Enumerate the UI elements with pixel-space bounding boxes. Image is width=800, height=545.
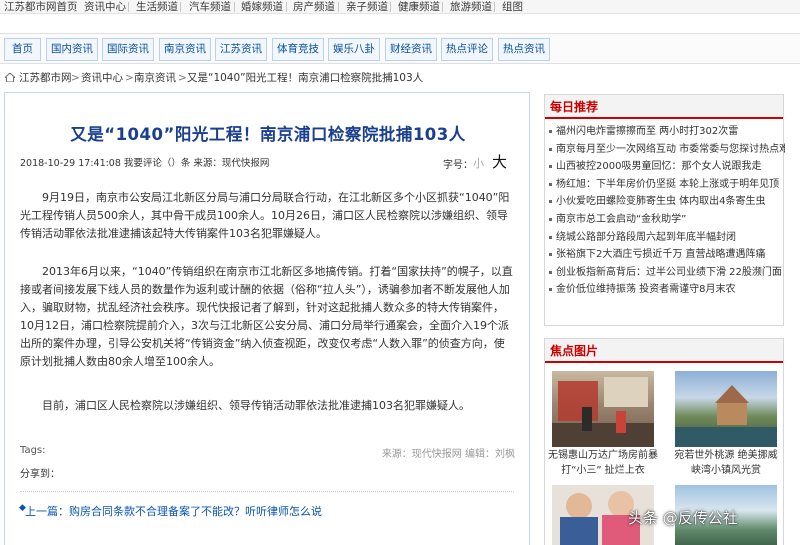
top-nav-link-news[interactable]: 资讯中心 [84, 0, 126, 14]
bullet-icon [549, 147, 552, 151]
top-nav-link-life[interactable]: 生活频道 [136, 0, 178, 14]
breadcrumb-separator: > [125, 72, 134, 84]
tab-domestic[interactable]: 国内资讯 [46, 38, 98, 61]
previous-article-link[interactable]: 上一篇：购房合同条款不合理备案了不能改？听听律师怎么说 [25, 503, 322, 519]
font-size-large-button[interactable]: 大 [492, 151, 507, 172]
list-item[interactable]: 南京市总工会启动“金秋助学” [545, 211, 785, 229]
top-nav-divider [74, 2, 75, 12]
top-nav-divider [286, 2, 287, 12]
article-paragraph: 2013年6月以来，“1040”传销组织在南京市江北新区多地搞传销。打着“国家扶… [20, 265, 513, 368]
list-item[interactable]: 福州闪电炸雷擦擦而至 两小时打302次雷 [545, 123, 785, 141]
top-nav-link-parenting[interactable]: 亲子频道 [346, 0, 388, 14]
divider [20, 491, 514, 492]
bullet-icon [549, 182, 552, 186]
top-nav-divider [128, 2, 129, 12]
list-item[interactable]: 绕城公路部分路段周六起到年底半幅封闭 [545, 229, 785, 247]
news-photo[interactable] [675, 371, 777, 447]
breadcrumb-home[interactable]: 江苏都市网 [19, 68, 72, 88]
list-item[interactable]: 金价低位维持振荡 投资者需谨守8月末农 [545, 281, 785, 299]
top-nav-divider [442, 2, 443, 12]
article-paragraph: 目前，浦口区人民检察院以涉嫌组织、领导传销活动罪依法批准逮捕103名犯罪嫌疑人。 [42, 399, 470, 412]
breadcrumb-nanjing[interactable]: 南京资讯 [134, 68, 176, 88]
list-item[interactable]: 张裕旗下2大酒庄亏损近千万 直营战略遭遇阵痛 [545, 246, 785, 264]
tab-hot-news[interactable]: 热点资讯 [498, 38, 550, 61]
top-nav-link-wedding[interactable]: 婚嫁频道 [241, 0, 283, 14]
bullet-icon [549, 288, 552, 292]
article-meta: 2018-10-29 17:41:08 我要评论（）条 来源：现代快报网 [20, 158, 270, 169]
photo-caption[interactable]: 宛若世外桃源 绝美挪威峡湾小镇风光赏 [670, 448, 782, 478]
article-title: 又是“1040”阳光工程！南京浦口检察院批捕103人 [70, 125, 466, 144]
top-nav-link-realestate[interactable]: 房产频道 [293, 0, 335, 14]
tab-entertainment[interactable]: 娱乐八卦 [328, 38, 380, 61]
tab-nanjing[interactable]: 南京资讯 [159, 38, 211, 61]
breadcrumb-current: 又是“1040”阳光工程！南京浦口检察院批捕103人 [187, 72, 424, 84]
daily-recommend-panel: 每日推荐 福州闪电炸雷擦擦而至 两小时打302次雷 南京每月至少一次网络互动 市… [544, 94, 785, 326]
top-nav-link-home[interactable]: 江苏都市网首页 [4, 0, 78, 14]
source-watermark: 头条 @反传公社 [628, 509, 738, 527]
bullet-icon [549, 253, 552, 257]
tab-sports[interactable]: 体育竞技 [272, 38, 324, 61]
tab-international[interactable]: 国际资讯 [102, 38, 154, 61]
font-size-small-button[interactable]: 小 [473, 155, 484, 171]
bullet-icon [549, 217, 552, 221]
news-photo[interactable] [552, 371, 654, 447]
tab-commentary[interactable]: 热点评论 [441, 38, 493, 61]
tab-finance[interactable]: 财经资讯 [385, 38, 437, 61]
article-source-editor: 来源：现代快报网 编辑：刘枫 [381, 449, 515, 460]
bullet-icon [549, 235, 552, 239]
tags-label: Tags: [20, 445, 46, 456]
panel-header: 焦点图片 [545, 339, 783, 363]
top-nav-link-health[interactable]: 健康频道 [398, 0, 440, 14]
bullet-icon [549, 270, 552, 274]
top-nav-divider [234, 2, 235, 12]
share-label: 分享到： [20, 469, 60, 480]
daily-recommend-title: 每日推荐 [550, 100, 599, 114]
bullet-icon [549, 130, 552, 133]
section-nav-bar: 首页 国内资讯 国际资讯 南京资讯 江苏资讯 体育竞技 娱乐八卦 财经资讯 热点… [0, 33, 800, 64]
tab-home[interactable]: 首页 [4, 38, 41, 61]
font-size-label: 字号： [443, 160, 473, 171]
photo-caption[interactable]: 无锡惠山万达广场房前暴打“小三” 扯烂上衣 [547, 448, 659, 478]
top-nav-divider [338, 2, 339, 12]
top-nav-link-travel[interactable]: 旅游频道 [450, 0, 492, 14]
top-nav-divider [180, 2, 181, 12]
article-panel: 又是“1040”阳光工程！南京浦口检察院批捕103人 2018-10-29 17… [4, 92, 530, 545]
breadcrumb-separator: > [71, 72, 80, 84]
list-item[interactable]: 南京每月至少一次网络互动 市委常委与您探讨热点难点 [545, 141, 785, 159]
list-item[interactable]: 山西被控2000吸男童回忆：那个女人说跟我走 [545, 158, 785, 176]
list-item[interactable]: 创业板指新高背后：过半公司业绩下滑 22股濒门面 [545, 264, 785, 282]
top-nav-divider [494, 2, 495, 12]
breadcrumb-news-center[interactable]: 资讯中心 [81, 68, 123, 88]
tab-jiangsu[interactable]: 江苏资讯 [215, 38, 267, 61]
bullet-icon [549, 165, 552, 169]
top-nav-link-auto[interactable]: 汽车频道 [189, 0, 231, 14]
panel-header: 每日推荐 [545, 95, 783, 119]
bullet-icon [549, 200, 552, 204]
breadcrumb-separator: > [178, 72, 187, 84]
home-icon [5, 73, 15, 82]
top-nav-divider [390, 2, 391, 12]
top-nav-link-gallery[interactable]: 组图 [502, 0, 523, 14]
article-paragraph: 9月19日，南京市公安局江北新区分局与浦口分局联合行动，在江北新区多个小区抓获“… [20, 191, 510, 240]
top-nav-bar: 江苏都市网首页 资讯中心 生活频道 汽车频道 婚嫁频道 房产频道 亲子频道 健康… [0, 0, 800, 14]
daily-recommend-list: 福州闪电炸雷擦擦而至 两小时打302次雷 南京每月至少一次网络互动 市委常委与您… [545, 123, 785, 299]
breadcrumb: 江苏都市网 > 资讯中心 > 南京资讯 > 又是“1040”阳光工程！南京浦口检… [0, 68, 540, 88]
focus-photos-title: 焦点图片 [550, 344, 599, 358]
list-item[interactable]: 小伙爱吃田螺险变肺寄生虫 体内取出4条寄生虫 [545, 193, 785, 211]
list-item[interactable]: 杨红旭：下半年房价仍坚挺 本轮上涨或于明年见顶 [545, 176, 785, 194]
